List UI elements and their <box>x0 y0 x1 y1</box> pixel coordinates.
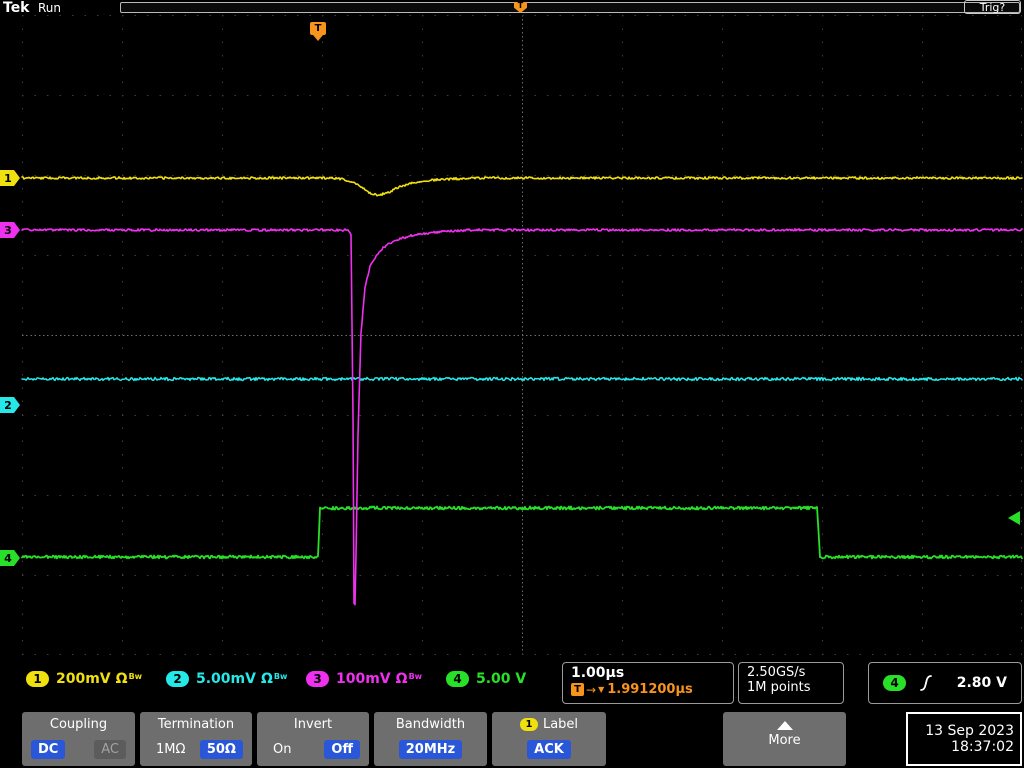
channel-1-bandwidth-indicator: Bw <box>128 672 143 681</box>
channel-3-scale-value: 100mV <box>336 671 391 687</box>
timebase-scale: 1.00μs <box>571 665 625 681</box>
channel-4-marker[interactable]: 4 <box>0 550 20 566</box>
waveform-ch2 <box>21 376 1023 382</box>
channel-1-marker[interactable]: 1 <box>0 170 20 186</box>
channel-2-marker[interactable]: 2 <box>0 397 20 413</box>
channel-4-readout[interactable]: 4 5.00 V <box>446 671 526 687</box>
menu-label-title-text: Label <box>542 717 579 732</box>
menu-more-title: More <box>768 733 801 748</box>
readout-bar: 1 200mV Ω Bw 2 5.00mV Ω Bw 3 100mV Ω Bw 4 5.00… <box>0 658 1024 708</box>
trigger-level-arrow-icon[interactable] <box>1008 511 1020 525</box>
menu-label-title: 1 Label <box>519 717 579 732</box>
menu-bandwidth-options: 20MHz <box>374 732 487 766</box>
waveform-ch1 <box>21 176 1023 197</box>
option-off[interactable]: Off <box>324 739 360 759</box>
menu-bandwidth[interactable]: Bandwidth 20MHz <box>374 712 487 766</box>
acquisition-status: Run <box>38 1 62 15</box>
channel-2-impedance: Ω <box>260 671 273 687</box>
channel-2-readout[interactable]: 2 5.00mV Ω Bw <box>166 671 287 687</box>
menu-coupling-title: Coupling <box>49 717 108 732</box>
channel-1-scale: 200mV Ω Bw <box>56 671 142 687</box>
channel-3-scale: 100mV Ω Bw <box>336 671 422 687</box>
channel-1-scale-value: 200mV <box>56 671 111 687</box>
menu-coupling-options: DC AC <box>22 732 135 766</box>
trigger-flag-pointer-icon <box>313 35 323 41</box>
channel-1-impedance: Ω <box>115 671 128 687</box>
waveform-ch3 <box>21 228 1023 606</box>
record-view-bar[interactable]: T <box>120 2 1020 13</box>
option-20mhz[interactable]: 20MHz <box>398 739 463 759</box>
trigger-delay-value: 1.991200μs <box>607 682 693 697</box>
acquisition-readout-box[interactable]: 2.50GS/s 1M points <box>738 662 844 704</box>
menu-bandwidth-title: Bandwidth <box>395 717 466 732</box>
menu-label[interactable]: 1 Label ACK <box>492 712 606 766</box>
waveform-display <box>21 176 1023 606</box>
trigger-level-value: 2.80 V <box>956 675 1007 691</box>
date-text: 13 Sep 2023 <box>925 723 1014 739</box>
tek-logo: Tek <box>3 0 30 16</box>
trigger-flag-label: T <box>314 23 322 34</box>
menu-termination-title: Termination <box>157 717 235 732</box>
option-ack[interactable]: ACK <box>527 739 571 759</box>
top-status-bar: Tek Run T Trig? <box>0 0 1024 16</box>
channel-2-bandwidth-indicator: Bw <box>273 672 288 681</box>
trigger-delay-badge: T <box>571 683 584 696</box>
channel-2-scale: 5.00mV Ω Bw <box>196 671 287 687</box>
graticule <box>21 15 1023 655</box>
waveform-ch4 <box>21 505 1023 560</box>
channel-2-badge: 2 <box>166 671 189 687</box>
menu-invert[interactable]: Invert On Off <box>257 712 369 766</box>
channel-3-marker[interactable]: 3 <box>0 222 20 238</box>
right-arrow-icon: → <box>586 682 597 697</box>
menu-termination[interactable]: Termination 1MΩ 50Ω <box>140 712 252 766</box>
channel-3-impedance: Ω <box>395 671 408 687</box>
option-1mohm[interactable]: 1MΩ <box>149 740 192 759</box>
trigger-source-badge: 4 <box>883 675 906 691</box>
menu-label-options: ACK <box>492 732 606 766</box>
channel-3-badge: 3 <box>306 671 329 687</box>
menu-bar: Coupling DC AC Termination 1MΩ 50Ω Inver… <box>0 710 1024 768</box>
rising-edge-icon <box>920 675 932 691</box>
channel-1-badge: 1 <box>26 671 49 687</box>
channel-4-scale: 5.00 V <box>476 671 526 687</box>
trigger-status-badge: Trig? <box>964 0 1021 14</box>
down-triangle-icon: ▼ <box>598 684 605 694</box>
trigger-delay-readout: T → ▼ 1.991200μs <box>571 682 725 697</box>
option-ac[interactable]: AC <box>94 739 126 759</box>
channel-1-label-badge: 1 <box>519 718 538 731</box>
menu-coupling[interactable]: Coupling DC AC <box>22 712 135 766</box>
trigger-position-marker[interactable]: T <box>514 2 527 13</box>
option-on[interactable]: On <box>266 740 298 759</box>
menu-invert-title: Invert <box>293 717 333 732</box>
sample-rate: 2.50GS/s <box>747 665 806 680</box>
trigger-readout-box[interactable]: 4 2.80 V <box>868 662 1022 704</box>
channel-2-scale-value: 5.00mV <box>196 671 256 687</box>
time-text: 18:37:02 <box>951 739 1014 755</box>
option-dc[interactable]: DC <box>31 739 66 759</box>
menu-invert-options: On Off <box>257 732 369 766</box>
menu-more[interactable]: More <box>723 712 846 766</box>
menu-termination-options: 1MΩ 50Ω <box>140 732 252 766</box>
channel-4-badge: 4 <box>446 671 469 687</box>
trigger-time-flag[interactable]: T <box>310 22 326 35</box>
record-length: 1M points <box>747 680 811 695</box>
oscilloscope-screen: Tek Run T Trig? T 1 3 2 4 1 200mV Ω Bw 2 5… <box>0 0 1024 768</box>
option-50ohm[interactable]: 50Ω <box>199 739 243 759</box>
channel-1-readout[interactable]: 1 200mV Ω Bw <box>26 671 142 687</box>
channel-4-scale-value: 5.00 V <box>476 671 527 687</box>
channel-3-readout[interactable]: 3 100mV Ω Bw <box>306 671 422 687</box>
trigger-position-label: T <box>517 1 524 10</box>
channel-3-bandwidth-indicator: Bw <box>408 672 423 681</box>
up-arrow-icon <box>776 721 793 730</box>
datetime-display: 13 Sep 2023 18:37:02 <box>906 712 1022 766</box>
horizontal-readout-box[interactable]: 1.00μs T → ▼ 1.991200μs <box>562 662 734 704</box>
